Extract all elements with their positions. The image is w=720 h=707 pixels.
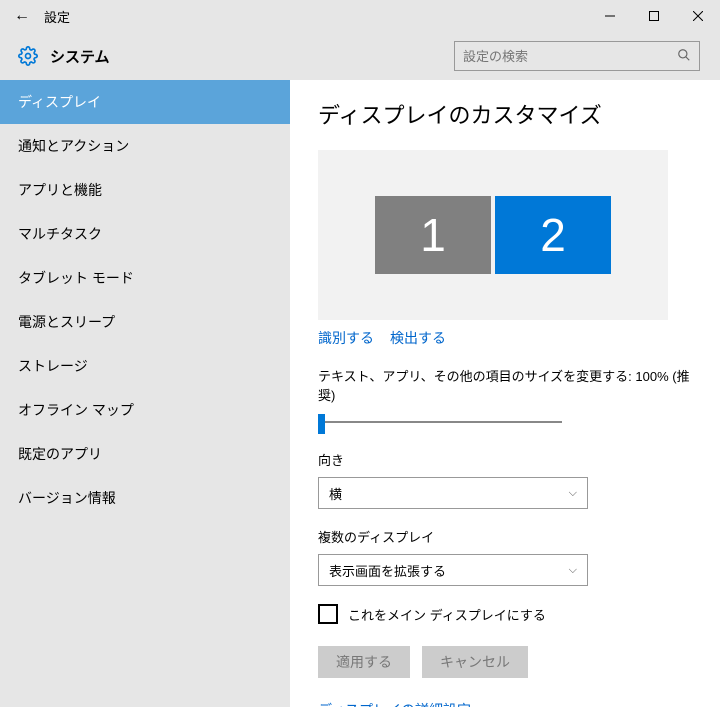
- display-arrangement[interactable]: 1 2: [318, 150, 668, 320]
- sidebar-item-apps[interactable]: アプリと機能: [0, 168, 290, 212]
- sidebar-item-label: ストレージ: [18, 356, 88, 376]
- back-button[interactable]: ←: [0, 7, 44, 25]
- main-content: ディスプレイのカスタマイズ 1 2 識別する 検出する テキスト、アプリ、その他…: [290, 80, 720, 707]
- orientation-value: 横: [329, 484, 342, 503]
- scale-slider[interactable]: [318, 412, 562, 432]
- page-title: ディスプレイのカスタマイズ: [318, 98, 692, 130]
- search-box[interactable]: [454, 41, 700, 71]
- sidebar-item-label: 既定のアプリ: [18, 444, 102, 464]
- orientation-label: 向き: [318, 450, 692, 469]
- sidebar-item-label: オフライン マップ: [18, 400, 134, 420]
- sidebar-item-notifications[interactable]: 通知とアクション: [0, 124, 290, 168]
- multidisplay-dropdown[interactable]: 表示画面を拡張する ⌵: [318, 554, 588, 586]
- multidisplay-value: 表示画面を拡張する: [329, 561, 446, 580]
- sidebar-item-power[interactable]: 電源とスリープ: [0, 300, 290, 344]
- sidebar-item-label: バージョン情報: [18, 488, 116, 508]
- sidebar-item-tablet[interactable]: タブレット モード: [0, 256, 290, 300]
- sidebar-item-label: 通知とアクション: [18, 136, 129, 156]
- sidebar: ディスプレイ 通知とアクション アプリと機能 マルチタスク タブレット モード …: [0, 80, 290, 707]
- header: システム: [0, 32, 720, 80]
- detect-link[interactable]: 検出する: [390, 328, 446, 348]
- window-title: 設定: [44, 7, 70, 26]
- sidebar-item-label: タブレット モード: [18, 268, 134, 288]
- close-button[interactable]: [676, 0, 720, 32]
- main-display-checkbox[interactable]: [318, 604, 338, 624]
- slider-thumb[interactable]: [318, 414, 325, 434]
- orientation-dropdown[interactable]: 横 ⌵: [318, 477, 588, 509]
- monitor-1[interactable]: 1: [375, 196, 491, 274]
- sidebar-item-storage[interactable]: ストレージ: [0, 344, 290, 388]
- advanced-display-link[interactable]: ディスプレイの詳細設定: [318, 700, 692, 707]
- main-display-checkbox-label: これをメイン ディスプレイにする: [348, 605, 546, 624]
- sidebar-item-label: マルチタスク: [18, 224, 102, 244]
- sidebar-item-label: アプリと機能: [18, 180, 102, 200]
- sidebar-item-about[interactable]: バージョン情報: [0, 476, 290, 520]
- sidebar-item-label: 電源とスリープ: [18, 312, 115, 332]
- cancel-button[interactable]: キャンセル: [422, 646, 528, 678]
- header-heading: システム: [50, 46, 110, 67]
- chevron-down-icon: ⌵: [569, 564, 577, 577]
- multidisplay-label: 複数のディスプレイ: [318, 527, 692, 546]
- search-icon: [677, 48, 691, 65]
- gear-icon: [18, 46, 38, 66]
- sidebar-item-offlinemaps[interactable]: オフライン マップ: [0, 388, 290, 432]
- monitor-2[interactable]: 2: [495, 196, 611, 274]
- sidebar-item-defaultapps[interactable]: 既定のアプリ: [0, 432, 290, 476]
- scale-label: テキスト、アプリ、その他の項目のサイズを変更する: 100% (推奨): [318, 366, 692, 404]
- maximize-button[interactable]: [632, 0, 676, 32]
- apply-button[interactable]: 適用する: [318, 646, 410, 678]
- search-input[interactable]: [463, 49, 677, 64]
- sidebar-item-multitask[interactable]: マルチタスク: [0, 212, 290, 256]
- chevron-down-icon: ⌵: [569, 487, 577, 500]
- titlebar: ← 設定: [0, 0, 720, 32]
- sidebar-item-label: ディスプレイ: [18, 92, 101, 112]
- sidebar-item-display[interactable]: ディスプレイ: [0, 80, 290, 124]
- minimize-button[interactable]: [588, 0, 632, 32]
- identify-link[interactable]: 識別する: [318, 328, 374, 348]
